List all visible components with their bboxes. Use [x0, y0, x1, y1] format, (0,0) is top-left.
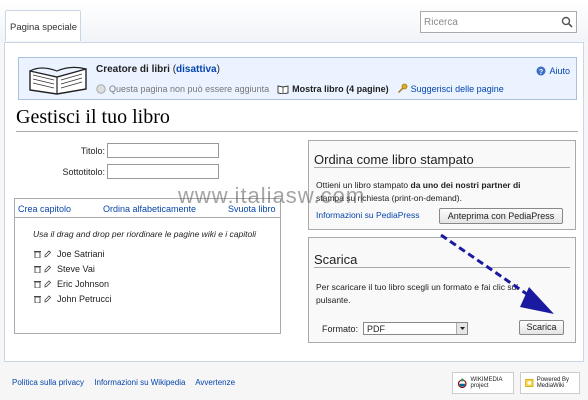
- footer-link-disclaimer[interactable]: Avvertenze: [195, 378, 235, 387]
- trash-icon[interactable]: [34, 250, 41, 258]
- search-input[interactable]: [424, 15, 554, 29]
- book-creator-bar: Creatore di libri (disattiva) Questa pag…: [18, 57, 577, 100]
- footer-link-about[interactable]: Informazioni su Wikipedia: [94, 378, 185, 387]
- page-title: Gestisci il tuo libro: [16, 106, 578, 132]
- cannot-add-text: Questa pagina non può essere aggiunta: [109, 83, 270, 94]
- download-button[interactable]: Scarica: [519, 320, 564, 335]
- help-icon[interactable]: ?: [536, 66, 546, 76]
- key-icon: [397, 83, 408, 93]
- book-small-icon: [277, 84, 289, 94]
- edit-icon[interactable]: [44, 295, 51, 303]
- order-panel-heading: Ordina come libro stampato: [314, 152, 570, 168]
- list-item[interactable]: Joe Satriani: [34, 249, 105, 259]
- subtitle-label: Sottotitolo:: [62, 167, 105, 177]
- format-label: Formato:: [322, 324, 359, 334]
- book-creator-title: Creatore di libri: [96, 64, 170, 75]
- drag-drop-hint: Usa il drag and drop per riordinare le p…: [33, 229, 257, 239]
- edit-icon[interactable]: [44, 280, 51, 288]
- title-label: Titolo:: [80, 146, 105, 156]
- wikimedia-badge-text: WIKIMEDIA project: [470, 377, 503, 389]
- watermark-text: www.italiasw.com: [178, 183, 366, 208]
- search-icon[interactable]: [561, 16, 573, 28]
- create-chapter-link[interactable]: Crea capitolo: [18, 204, 71, 214]
- preview-pediapress-button[interactable]: Anteprima con PediaPress: [439, 208, 563, 224]
- title-input[interactable]: [107, 143, 219, 158]
- chapter-item-label: Steve Vai: [57, 264, 95, 274]
- wikimedia-logo-icon: [457, 378, 467, 389]
- edit-icon[interactable]: [44, 265, 51, 273]
- chapter-list-box: Crea capitolo Ordina alfabeticamente Svu…: [14, 198, 281, 334]
- list-item[interactable]: Steve Vai: [34, 264, 95, 274]
- trash-icon[interactable]: [34, 265, 41, 273]
- pediapress-info-link[interactable]: Informazioni su PediaPress: [316, 210, 419, 220]
- search-box[interactable]: [420, 11, 577, 33]
- list-item[interactable]: John Petrucci: [34, 294, 112, 304]
- footer-link-privacy[interactable]: Politica sulla privacy: [12, 378, 84, 387]
- footer-links: Politica sulla privacy Informazioni su W…: [12, 378, 243, 387]
- trash-icon[interactable]: [34, 280, 41, 288]
- wikimedia-badge[interactable]: WIKIMEDIA project: [452, 372, 514, 394]
- svg-text:?: ?: [539, 69, 543, 76]
- chevron-down-icon[interactable]: [456, 323, 467, 334]
- help-link[interactable]: Aiuto: [549, 66, 570, 76]
- tab-special-label: Pagina speciale: [10, 22, 78, 33]
- show-book-link[interactable]: Mostra libro (4 pagine): [292, 84, 389, 94]
- mediawiki-badge-text: Powered By MediaWiki: [536, 377, 570, 389]
- book-icon: [29, 66, 87, 95]
- disabled-circle-icon: [96, 83, 106, 94]
- chapter-item-label: Joe Satriani: [57, 249, 105, 259]
- subtitle-input[interactable]: [107, 164, 219, 179]
- edit-icon[interactable]: [44, 250, 51, 258]
- format-select-value: PDF: [367, 324, 385, 334]
- tab-special-page[interactable]: Pagina speciale: [5, 10, 81, 41]
- format-select[interactable]: PDF: [363, 322, 468, 335]
- trash-icon[interactable]: [34, 295, 41, 303]
- mediawiki-badge[interactable]: Powered By MediaWiki: [520, 372, 580, 394]
- chapter-item-label: John Petrucci: [57, 294, 112, 304]
- suggest-pages-link[interactable]: Suggerisci delle pagine: [411, 84, 504, 94]
- list-item[interactable]: Eric Johnson: [34, 279, 109, 289]
- chapter-item-label: Eric Johnson: [57, 279, 110, 289]
- disable-link[interactable]: disattiva: [176, 64, 217, 75]
- top-bar: Pagina speciale: [0, 0, 588, 42]
- annotation-arrow: [440, 233, 554, 314]
- mediawiki-logo-icon: [525, 378, 534, 388]
